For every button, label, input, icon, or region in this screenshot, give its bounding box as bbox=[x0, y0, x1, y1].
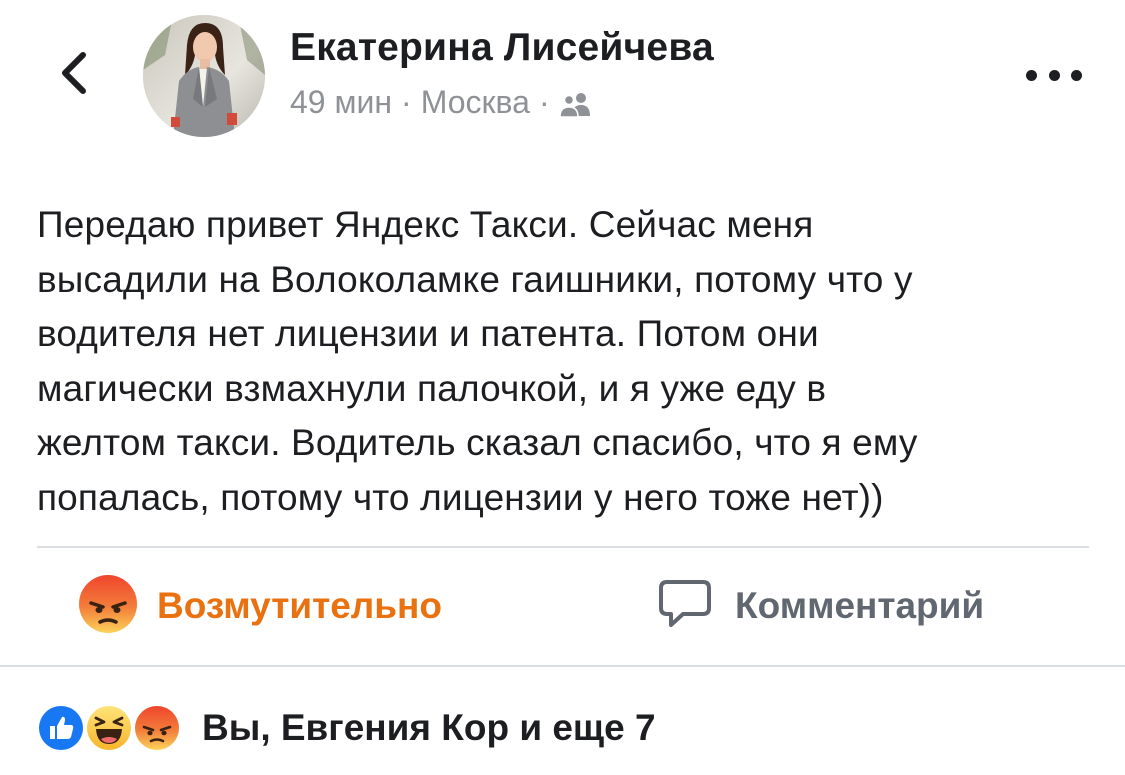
reaction-label: Возмутительно bbox=[157, 585, 442, 626]
post-text-line: попалась, потому что лицензии у него тож… bbox=[37, 476, 884, 518]
more-options-button[interactable] bbox=[1026, 60, 1082, 90]
comment-button[interactable]: Комментарий bbox=[657, 574, 984, 638]
back-button[interactable] bbox=[52, 50, 96, 100]
comment-label: Комментарий bbox=[735, 585, 985, 626]
post-text-line: высадили на Волоколамке гаишники, потому… bbox=[37, 258, 913, 300]
divider bbox=[0, 665, 1125, 667]
chevron-left-icon bbox=[59, 51, 89, 100]
reactions-summary-text: Вы, Евгения Кор и еще 7 bbox=[202, 707, 656, 748]
post-meta: 49 мин · Москва · bbox=[290, 82, 593, 122]
reactions-summary[interactable]: Вы, Евгения Кор и еще 7 bbox=[36, 698, 656, 758]
angry-reaction-icon bbox=[77, 573, 139, 640]
divider bbox=[37, 546, 1089, 548]
post-time[interactable]: 49 мин bbox=[290, 84, 392, 121]
post-text-line: Передаю привет Яндекс Такси. Сейчас меня bbox=[37, 204, 814, 245]
friends-icon[interactable] bbox=[558, 89, 593, 118]
post-location[interactable]: Москва bbox=[421, 84, 530, 121]
author-avatar[interactable] bbox=[143, 15, 265, 137]
meta-separator: · bbox=[538, 83, 550, 120]
author-name[interactable]: Екатерина Лисейчева bbox=[290, 26, 714, 70]
post-text-line: желтом такси. Водитель сказал спасибо, ч… bbox=[37, 422, 918, 463]
post-text-line: водителя нет лицензии и патента. Потом о… bbox=[37, 313, 819, 354]
more-horizontal-icon bbox=[1026, 69, 1082, 81]
reaction-icons bbox=[36, 703, 184, 753]
reaction-button[interactable]: Возмутительно bbox=[77, 574, 442, 638]
meta-separator: · bbox=[401, 83, 412, 120]
angry-reaction-icon bbox=[132, 703, 182, 753]
like-reaction-icon bbox=[36, 703, 86, 753]
post-text: Передаю привет Яндекс Такси. Сейчас меня… bbox=[37, 198, 1097, 525]
post-text-line: магически взмахнули палочкой, и я уже ед… bbox=[37, 367, 827, 409]
haha-reaction-icon bbox=[84, 703, 134, 753]
comment-icon bbox=[657, 578, 713, 635]
